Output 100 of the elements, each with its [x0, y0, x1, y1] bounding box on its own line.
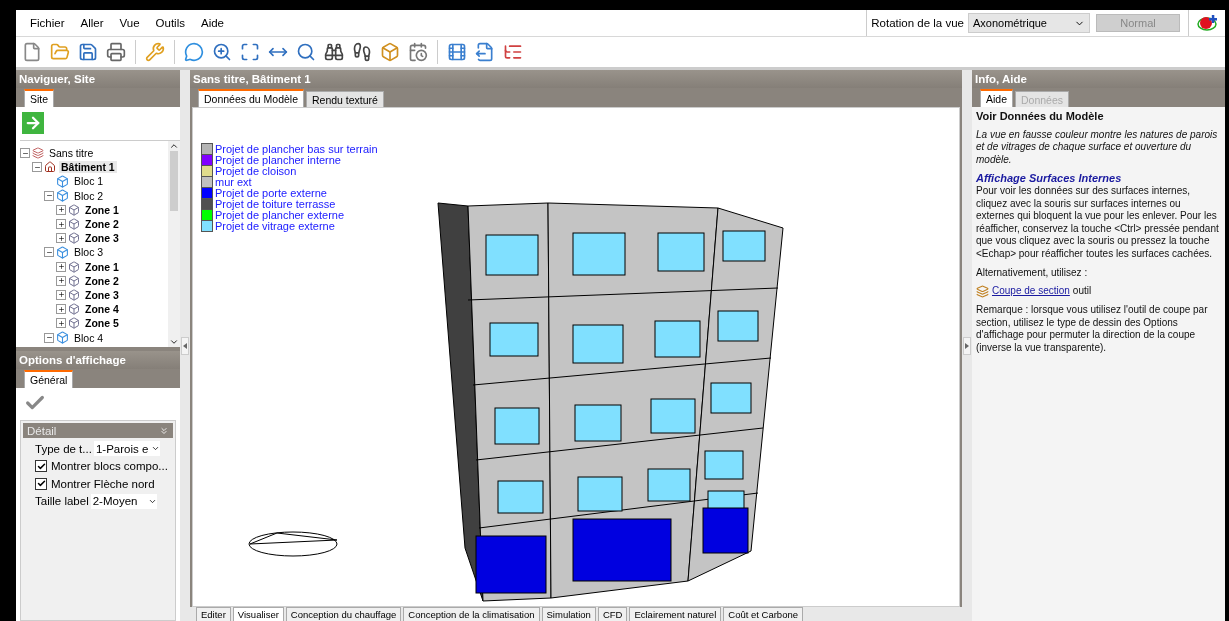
option-select[interactable]: 1-Parois e: [93, 441, 160, 457]
section-title: Détail: [27, 424, 57, 437]
collapse-icon[interactable]: [32, 162, 42, 173]
tree-item[interactable]: Zone 5: [83, 317, 121, 330]
help-title: Voir Données du Modèle: [976, 110, 1105, 123]
menu-item[interactable]: Aide: [193, 17, 232, 29]
list-icon: [503, 42, 523, 62]
scrollbar[interactable]: [168, 141, 180, 347]
block-icon: [56, 189, 69, 203]
menu-item[interactable]: Vue: [111, 17, 148, 29]
binoculars-icon: [324, 42, 344, 62]
option-label: Taille label: [35, 495, 89, 508]
zone-icon: [68, 260, 80, 273]
legend-label: Projet de porte externe: [215, 186, 327, 199]
menu-item[interactable]: Fichier: [22, 17, 73, 29]
tab[interactable]: Conception du chauffage: [285, 607, 402, 621]
tab[interactable]: Editer: [196, 607, 231, 621]
tree-item[interactable]: Zone 3: [83, 232, 121, 245]
tab[interactable]: Données du Modèle: [198, 89, 304, 107]
tree-item[interactable]: Zone 2: [83, 218, 121, 231]
model-viewport[interactable]: Projet de plancher bas sur terrain Projet de plancher interne Projet de cloison mur ext Projet de porte externe Projet de toiture terrasse Projet de plancher externe Projet de vitrage externe: [192, 107, 960, 607]
speech-bubble-button[interactable]: [182, 40, 206, 64]
tree-item[interactable]: Bloc 2: [72, 189, 106, 202]
checkbox[interactable]: [35, 460, 47, 473]
collapse-icon[interactable]: [44, 332, 54, 343]
open-folder-icon: [50, 42, 70, 62]
help-paragraph: Pour voir les données sur des surfaces internes, cliquez avec la souris sur surfaces internes ou externes qui bloquent la vue pour les enlever. Pour les réafficher, conservez la touche <Ctrl> pressée pendant que vous cliquez avec la souris ou pressez la touche <Echap> pour réafficher toutes les surfaces cachées.: [976, 184, 1220, 261]
expand-icon[interactable]: [56, 289, 66, 300]
scrollbar-thumb[interactable]: [170, 151, 178, 211]
zoom-window-icon: [296, 42, 316, 62]
tree-item[interactable]: Sans titre: [47, 147, 96, 160]
tab[interactable]: Conception de la climatisation: [403, 607, 540, 621]
tab[interactable]: Site: [24, 89, 55, 107]
view-rotation-select[interactable]: Axonométrique: [968, 13, 1090, 33]
expand-icon[interactable]: [56, 219, 66, 230]
option-label: Montrer Flèche nord: [51, 477, 155, 490]
tree-item[interactable]: Zone 1: [83, 260, 121, 273]
tree-item[interactable]: Bloc 1: [72, 175, 106, 188]
checkbox[interactable]: [35, 477, 47, 490]
tab[interactable]: Eclairement naturel: [629, 607, 722, 621]
collapse-icon[interactable]: [20, 148, 30, 159]
tree-item[interactable]: Zone 3: [83, 288, 121, 301]
panel-title: Info, Aide: [972, 70, 1225, 88]
tab[interactable]: CFD: [597, 607, 628, 621]
zoom-fit-icon: [240, 42, 260, 62]
option-label: Type de t...: [35, 442, 92, 455]
expand-icon[interactable]: [56, 204, 66, 215]
zone-icon: [68, 303, 80, 316]
print-button[interactable]: [104, 40, 128, 64]
tab[interactable]: Coût et Carbone: [723, 607, 803, 621]
speech-bubble-icon: [184, 42, 204, 62]
expand-icon[interactable]: [56, 304, 66, 315]
zone-icon: [68, 203, 80, 216]
tree-item[interactable]: Zone 2: [83, 274, 121, 287]
wrench-icon: [145, 42, 165, 62]
zone-icon: [68, 274, 80, 287]
option-select[interactable]: 2-Moyen: [90, 493, 157, 509]
block-icon: [56, 174, 69, 188]
collapse-icon[interactable]: [44, 190, 54, 201]
tree-item[interactable]: Bloc 3: [72, 246, 106, 259]
tab[interactable]: Rendu texturé: [306, 91, 384, 107]
save-icon: [78, 42, 98, 62]
zone-icon: [68, 232, 80, 245]
collapse-icon[interactable]: [44, 247, 54, 258]
menu-item[interactable]: Aller: [72, 17, 112, 29]
expand-icon[interactable]: [56, 233, 66, 244]
expand-icon[interactable]: [56, 275, 66, 286]
zone-icon: [68, 218, 80, 231]
tab[interactable]: Visualiser: [232, 607, 284, 621]
zone-icon: [68, 317, 80, 330]
legend-label: Projet de plancher bas sur terrain: [215, 142, 378, 155]
cube-icon: [380, 42, 400, 62]
tab[interactable]: Aide: [980, 89, 1013, 107]
tree-item[interactable]: Bâtiment 1: [59, 161, 117, 174]
scroll-up-icon[interactable]: [169, 141, 179, 151]
film-icon: [447, 42, 467, 62]
legend-label: Projet de cloison: [215, 164, 297, 177]
arrow-right-icon: [24, 114, 42, 132]
go-button[interactable]: [22, 112, 44, 134]
help-subtitle: Affichage Surfaces Internes: [976, 172, 1123, 185]
help-note: Remarque : lorsque vous utilisez l'outil de coupe par section, utilisez le type de dessin des Options d'affichage pour permuter la direction de la coupe (inverse la vue transparente).: [976, 304, 1209, 355]
help-intro: La vue en fausse couleur montre les natures de parois et de vitrages de chaque surface et ouverture du modèle.: [976, 128, 1219, 167]
expand-icon[interactable]: [56, 261, 66, 272]
panel-title: Sans titre, Bâtiment 1: [190, 70, 962, 88]
menu-item[interactable]: Outils: [147, 17, 193, 29]
tree-item[interactable]: Zone 4: [83, 303, 121, 316]
tab[interactable]: Simulation: [541, 607, 596, 621]
scroll-down-icon[interactable]: [169, 337, 179, 347]
section-cut-link[interactable]: Coupe de section: [992, 285, 1070, 298]
house-icon: [44, 161, 56, 174]
tree-item[interactable]: Bloc 4: [72, 331, 106, 344]
expand-icon[interactable]: [56, 318, 66, 329]
panel-title: Naviguer, Site: [16, 70, 180, 88]
footprints-icon: [352, 42, 372, 62]
logo-icon: [1196, 14, 1218, 32]
tree-item[interactable]: Zone 1: [83, 203, 121, 216]
calendar-clock-icon: [408, 42, 428, 62]
panel-title: Options d'affichage: [16, 351, 180, 369]
legend-label: Projet de toiture terrasse: [215, 197, 336, 210]
tab[interactable]: Général: [24, 370, 74, 388]
